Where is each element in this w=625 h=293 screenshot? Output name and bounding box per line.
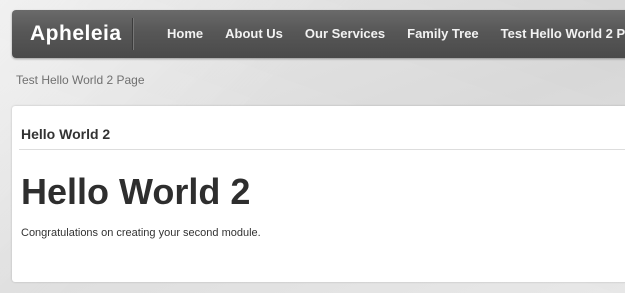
- nav-link-about-us[interactable]: About Us: [214, 10, 294, 58]
- nav-link-test-hello-world-2[interactable]: Test Hello World 2 Page: [490, 10, 625, 58]
- brand-divider: [132, 18, 133, 50]
- page-heading: Hello World 2: [21, 171, 251, 212]
- page-body-text: Congratulations on creating your second …: [21, 227, 261, 239]
- main-nav: Home About Us Our Services Family Tree T…: [156, 10, 625, 58]
- brand-logo[interactable]: Apheleia: [30, 10, 122, 58]
- content-panel: Hello World 2 Hello World 2 Congratulati…: [12, 106, 625, 282]
- nav-item-about-us: About Us: [214, 10, 294, 58]
- nav-item-family-tree: Family Tree: [396, 10, 490, 58]
- title-divider: [19, 149, 625, 150]
- nav-link-home[interactable]: Home: [156, 10, 214, 58]
- nav-item-our-services: Our Services: [294, 10, 396, 58]
- nav-item-home: Home: [156, 10, 214, 58]
- breadcrumb: Test Hello World 2 Page: [16, 73, 145, 87]
- nav-link-family-tree[interactable]: Family Tree: [396, 10, 490, 58]
- nav-link-our-services[interactable]: Our Services: [294, 10, 396, 58]
- nav-item-test-hello-world-2: Test Hello World 2 Page: [490, 10, 625, 58]
- module-title: Hello World 2: [21, 126, 111, 142]
- top-navbar: Apheleia Home About Us Our Services Fami…: [12, 10, 625, 58]
